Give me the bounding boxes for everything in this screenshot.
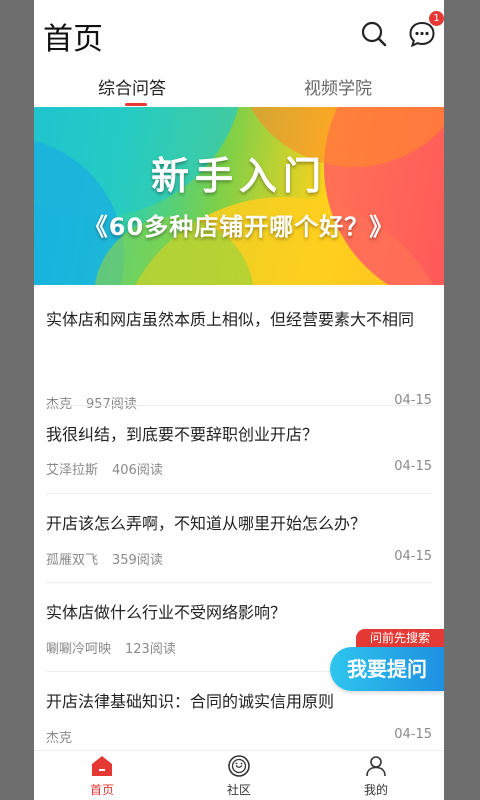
item-author: 孤雁双飞 <box>46 553 99 568</box>
banner-title: 新手入门 <box>150 154 327 198</box>
item-author: 艾泽拉斯 <box>46 463 99 478</box>
ask-question-button[interactable]: 我要提问 <box>330 647 444 691</box>
divider <box>46 493 432 494</box>
item-reads: 123阅读 <box>125 642 176 657</box>
item-date: 04-15 <box>394 459 432 474</box>
item-meta: 杰克 <box>46 727 86 746</box>
banner-subtitle: 《60多种店铺开哪个好？》 <box>83 213 395 241</box>
home-icon <box>92 756 112 776</box>
nav-mine-label: 我的 <box>363 783 388 797</box>
item-author: 杰克 <box>46 731 73 746</box>
search-icon[interactable] <box>360 20 388 48</box>
item-title: 实体店和网店虽然本质上相似，但经营要素大不相同 <box>46 310 415 329</box>
tab-bar: 综合问答 视频学院 <box>34 70 444 106</box>
nav-home[interactable]: 首页 <box>62 751 142 800</box>
nav-community-label: 社区 <box>226 783 251 797</box>
app-screen: 首页 1 综合问答 视频学院 新手入门 《60多种店铺开哪个好？》 实体店和网店… <box>34 0 444 800</box>
tab-indicator <box>125 103 147 106</box>
item-title: 开店该怎么弄啊，不知道从哪里开始怎么办？ <box>46 514 367 533</box>
item-meta: 孤雁双飞 359阅读 <box>46 549 163 568</box>
user-icon <box>366 756 386 777</box>
nav-community[interactable]: 社区 <box>199 751 279 800</box>
item-meta: 艾泽拉斯 406阅读 <box>46 459 163 478</box>
bottom-nav: 首页 社区 我的 <box>34 750 444 800</box>
tab-qa[interactable]: 综合问答 <box>98 74 166 99</box>
item-meta: 唰唰冷呵映 123阅读 <box>46 638 176 657</box>
item-title: 我很纠结，到底要不要辞职创业开店？ <box>46 425 319 444</box>
nav-mine[interactable]: 我的 <box>336 751 416 800</box>
item-date: 04-15 <box>394 727 432 742</box>
header: 首页 1 <box>34 0 444 70</box>
item-meta: 杰克 957阅读 <box>46 393 137 412</box>
divider <box>46 582 432 583</box>
item-title: 实体店做什么行业不受网络影响？ <box>46 603 287 622</box>
item-reads: 359阅读 <box>112 553 163 568</box>
item-title: 开店法律基础知识：合同的诚实信用原则 <box>46 692 335 711</box>
search-first-tag[interactable]: 问前先搜索 <box>356 629 444 647</box>
item-reads: 406阅读 <box>112 463 163 478</box>
item-date: 04-15 <box>394 549 432 564</box>
banner[interactable]: 新手入门 《60多种店铺开哪个好？》 <box>34 107 444 285</box>
nav-home-label: 首页 <box>89 783 114 797</box>
notification-badge: 1 <box>429 11 444 26</box>
tab-video[interactable]: 视频学院 <box>304 74 372 99</box>
community-icon <box>228 755 250 777</box>
item-author: 唰唰冷呵映 <box>46 642 112 657</box>
divider <box>46 405 432 406</box>
page-title: 首页 <box>43 22 103 57</box>
